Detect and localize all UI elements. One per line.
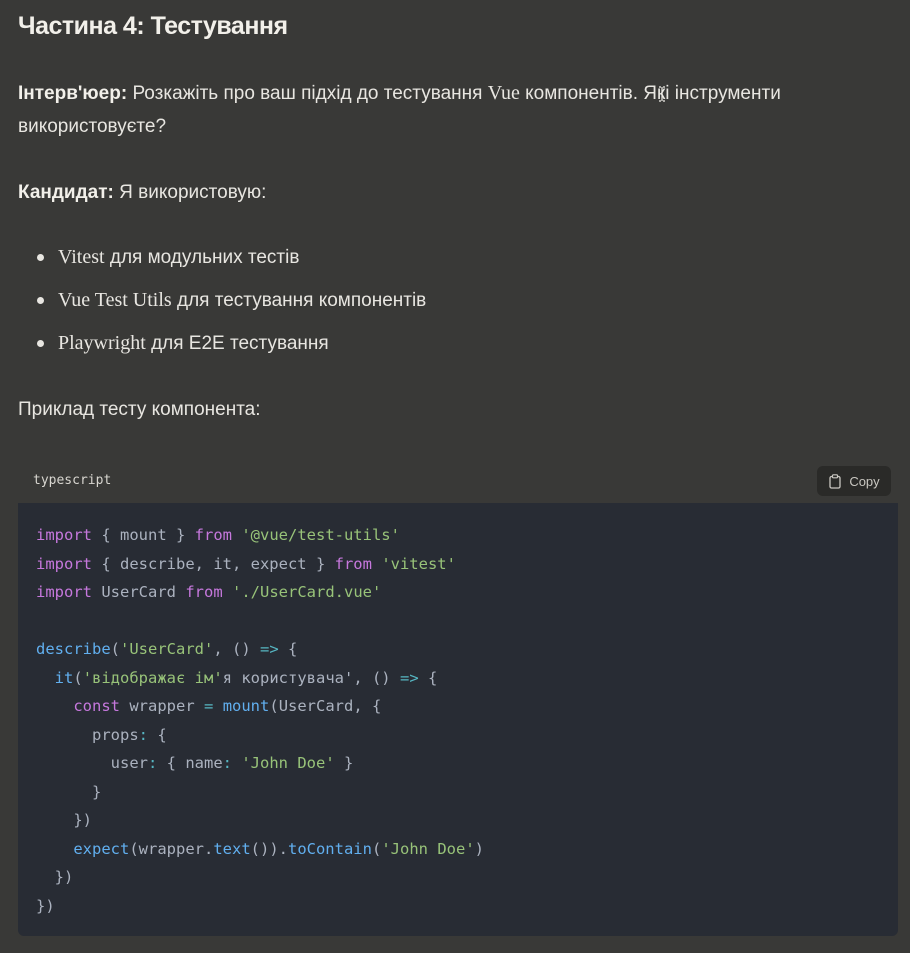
list-item: Playwright для E2E тестування: [36, 327, 426, 370]
section-heading: Частина 4: Тестування: [18, 12, 288, 40]
tool-desc: для модульних тестів: [109, 247, 300, 268]
bullet-icon: [37, 297, 44, 304]
candidate-label: Кандидат:: [18, 182, 114, 203]
code-language-label: typescript: [33, 473, 112, 488]
candidate-answer: Кандидат: Я використовую:: [18, 176, 266, 209]
text-cursor-icon: [659, 86, 665, 102]
bullet-icon: [37, 340, 44, 347]
copy-label: Copy: [849, 473, 880, 489]
clipboard-icon: [828, 473, 842, 489]
tool-name: Playwright: [58, 332, 146, 354]
tool-name: Vitest: [58, 246, 105, 268]
code-content: import { mount } from '@vue/test-utils' i…: [36, 526, 484, 915]
interviewer-text-3: використовуєте?: [18, 116, 167, 137]
tool-name: Vue Test Utils: [58, 289, 172, 311]
tools-list: Vitest для модульних тестів Vue Test Uti…: [36, 241, 426, 370]
vue-word: Vue: [487, 82, 520, 104]
list-item: Vue Test Utils для тестування компоненті…: [36, 284, 426, 327]
interviewer-text-2: компонентів. Які інструменти: [525, 83, 781, 104]
bullet-icon: [37, 254, 44, 261]
code-block[interactable]: import { mount } from '@vue/test-utils' i…: [18, 503, 898, 936]
list-item: Vitest для модульних тестів: [36, 241, 426, 284]
interviewer-text-1: Розкажіть про ваш підхід до тестування: [132, 83, 483, 104]
example-label: Приклад тесту компонента:: [18, 399, 261, 420]
interviewer-question: Інтерв'юер: Розкажіть про ваш підхід до …: [18, 77, 781, 143]
tool-desc: для E2E тестування: [151, 333, 329, 354]
code-header: typescript Copy: [18, 459, 898, 503]
candidate-text: Я використовую:: [119, 182, 267, 203]
tool-desc: для тестування компонентів: [176, 290, 427, 311]
copy-button[interactable]: Copy: [817, 466, 891, 496]
interviewer-label: Інтерв'юер:: [18, 83, 128, 104]
